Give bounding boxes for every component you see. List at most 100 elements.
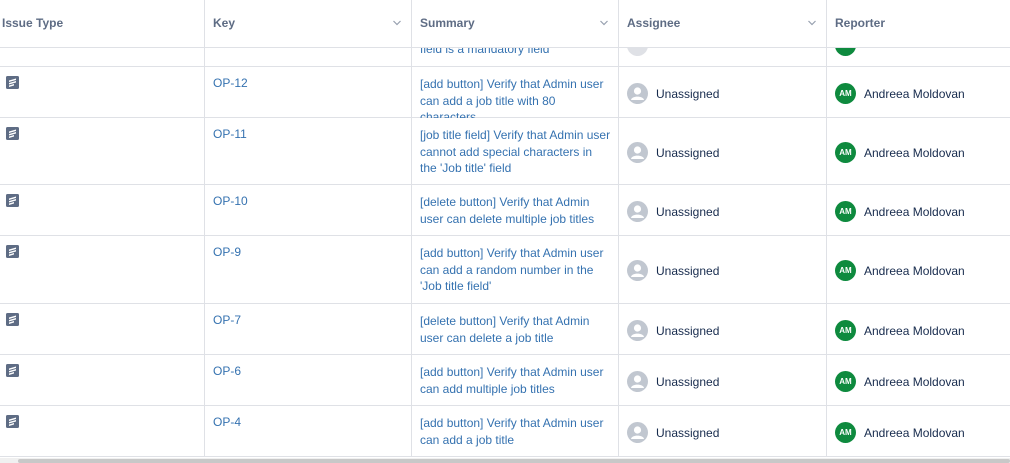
chevron-down-icon[interactable] bbox=[393, 19, 401, 27]
assignee-name: Unassigned bbox=[656, 86, 720, 101]
reporter-avatar: AM bbox=[835, 201, 856, 222]
table-header: Issue Type Key Summary Assignee Reporter bbox=[0, 0, 1010, 48]
column-header-summary[interactable]: Summary bbox=[412, 0, 619, 47]
table-row[interactable]: OP-6 [add button] Verify that Admin user… bbox=[0, 355, 1010, 406]
key-cell: OP-9 bbox=[205, 236, 412, 303]
issue-key-link[interactable]: OP-7 bbox=[213, 313, 241, 327]
assignee-cell[interactable]: Unassigned bbox=[619, 406, 827, 456]
person-icon bbox=[627, 320, 648, 341]
summary-cell: [delete button] Verify that Admin user c… bbox=[412, 304, 619, 354]
key-cell: OP-7 bbox=[205, 304, 412, 354]
reporter-avatar: AM bbox=[835, 142, 856, 163]
issue-key-link[interactable]: OP-11 bbox=[213, 127, 247, 141]
reporter[interactable]: AM Andreea Moldovan bbox=[835, 201, 965, 222]
issue-key-link[interactable]: OP-9 bbox=[213, 245, 241, 259]
issue-key-link[interactable]: OP-10 bbox=[213, 194, 248, 208]
assignee-name: Unassigned bbox=[656, 374, 720, 389]
reporter[interactable]: AM Andreea Moldovan bbox=[835, 142, 965, 163]
assignee[interactable]: Unassigned bbox=[627, 320, 719, 341]
assignee-cell[interactable]: Unassigned bbox=[619, 355, 827, 405]
person-icon bbox=[627, 371, 648, 392]
reporter-name: Andreea Moldovan bbox=[864, 145, 965, 160]
summary-cell: [delete button] Verify that Admin user c… bbox=[412, 185, 619, 235]
test-issue-icon bbox=[6, 127, 19, 140]
test-issue-icon bbox=[6, 364, 19, 377]
column-header-label: Assignee bbox=[627, 16, 681, 30]
issue-key-link[interactable]: OP-12 bbox=[213, 76, 248, 90]
reporter[interactable]: AM Andreea Moldovan bbox=[835, 422, 965, 443]
table-row[interactable]: OP-4 [add button] Verify that Admin user… bbox=[0, 406, 1010, 457]
table-row[interactable]: OP-12 [add button] Verify that Admin use… bbox=[0, 67, 1010, 124]
reporter-cell: AM Andreea Moldovan bbox=[827, 118, 1010, 184]
person-icon bbox=[627, 260, 648, 281]
issue-type-cell bbox=[0, 304, 205, 354]
key-cell: OP-6 bbox=[205, 355, 412, 405]
column-header-label: Summary bbox=[420, 16, 475, 30]
horizontal-scrollbar[interactable] bbox=[0, 458, 1010, 463]
reporter[interactable]: AM Andreea Moldovan bbox=[835, 320, 965, 341]
reporter[interactable]: AM Andreea Moldovan bbox=[835, 83, 965, 104]
summary-link[interactable]: field is a mandatory field bbox=[420, 47, 549, 56]
issue-type-cell bbox=[0, 406, 205, 456]
summary-cell: [job title field] Verify that Admin user… bbox=[412, 118, 619, 184]
reporter-avatar: AM bbox=[835, 320, 856, 341]
reporter[interactable]: AM Andreea Moldovan bbox=[835, 260, 965, 281]
person-icon bbox=[627, 83, 648, 104]
summary-link[interactable]: [delete button] Verify that Admin user c… bbox=[420, 313, 612, 346]
summary-link[interactable]: [add button] Verify that Admin user can … bbox=[420, 245, 612, 295]
assignee-cell[interactable]: Unassigned bbox=[619, 304, 827, 354]
assignee[interactable]: Unassigned bbox=[627, 371, 719, 392]
person-icon bbox=[627, 422, 648, 443]
column-header-label: Reporter bbox=[835, 16, 886, 30]
person-icon bbox=[627, 201, 648, 222]
assignee-cell[interactable]: Unassigned bbox=[619, 67, 827, 117]
scrollbar-thumb[interactable] bbox=[18, 459, 1010, 463]
chevron-down-icon[interactable] bbox=[600, 19, 608, 27]
cell-divider bbox=[0, 47, 205, 66]
issue-type-cell bbox=[0, 355, 205, 405]
summary-link[interactable]: [job title field] Verify that Admin user… bbox=[420, 127, 612, 177]
chevron-down-icon[interactable] bbox=[808, 19, 816, 27]
issue-key-link[interactable]: OP-6 bbox=[213, 364, 241, 378]
summary-cell: [add button] Verify that Admin user can … bbox=[412, 355, 619, 405]
assignee-cell[interactable]: Unassigned bbox=[619, 185, 827, 235]
column-header-key[interactable]: Key bbox=[205, 0, 412, 47]
key-cell: OP-12 bbox=[205, 67, 412, 117]
assignee-name: Unassigned bbox=[656, 263, 720, 278]
issue-key-link[interactable]: OP-4 bbox=[213, 415, 241, 429]
table-row[interactable]: OP-9 [add button] Verify that Admin user… bbox=[0, 236, 1010, 304]
assignee-cell[interactable]: Unassigned bbox=[619, 118, 827, 184]
summary-link[interactable]: [add button] Verify that Admin user can … bbox=[420, 415, 612, 448]
table-row[interactable]: OP-7 [delete button] Verify that Admin u… bbox=[0, 304, 1010, 355]
reporter-avatar: AM bbox=[835, 83, 856, 104]
issue-type-cell bbox=[0, 236, 205, 303]
reporter[interactable]: AM Andreea Moldovan bbox=[835, 371, 965, 392]
test-issue-icon bbox=[6, 245, 19, 258]
summary-cell: [add button] Verify that Admin user can … bbox=[412, 406, 619, 456]
column-header-reporter[interactable]: Reporter bbox=[827, 0, 1010, 47]
test-issue-icon bbox=[6, 313, 19, 326]
table-row[interactable]: OP-10 [delete button] Verify that Admin … bbox=[0, 185, 1010, 236]
reporter-name: Andreea Moldovan bbox=[864, 323, 965, 338]
column-header-assignee[interactable]: Assignee bbox=[619, 0, 827, 47]
table-row[interactable]: OP-11 [job title field] Verify that Admi… bbox=[0, 118, 1010, 185]
assignee-cell[interactable]: Unassigned bbox=[619, 236, 827, 303]
column-header-label: Issue Type bbox=[2, 16, 64, 30]
assignee[interactable]: Unassigned bbox=[627, 201, 719, 222]
issue-type-cell bbox=[0, 185, 205, 235]
assignee[interactable]: Unassigned bbox=[627, 83, 719, 104]
reporter-avatar: AM bbox=[835, 260, 856, 281]
table-row-partial[interactable]: field is a mandatory field bbox=[0, 47, 1010, 67]
assignee[interactable]: Unassigned bbox=[627, 142, 719, 163]
cell-divider bbox=[205, 47, 412, 66]
column-header-issue-type[interactable]: Issue Type bbox=[0, 0, 205, 47]
reporter-cell: AM Andreea Moldovan bbox=[827, 406, 1010, 456]
summary-link[interactable]: [add button] Verify that Admin user can … bbox=[420, 364, 612, 397]
assignee[interactable]: Unassigned bbox=[627, 260, 719, 281]
reporter-avatar: AM bbox=[835, 422, 856, 443]
assignee[interactable]: Unassigned bbox=[627, 422, 719, 443]
summary-link[interactable]: [delete button] Verify that Admin user c… bbox=[420, 194, 612, 227]
reporter-name: Andreea Moldovan bbox=[864, 263, 965, 278]
summary-cell: [add button] Verify that Admin user can … bbox=[412, 236, 619, 303]
test-issue-icon bbox=[6, 194, 19, 207]
